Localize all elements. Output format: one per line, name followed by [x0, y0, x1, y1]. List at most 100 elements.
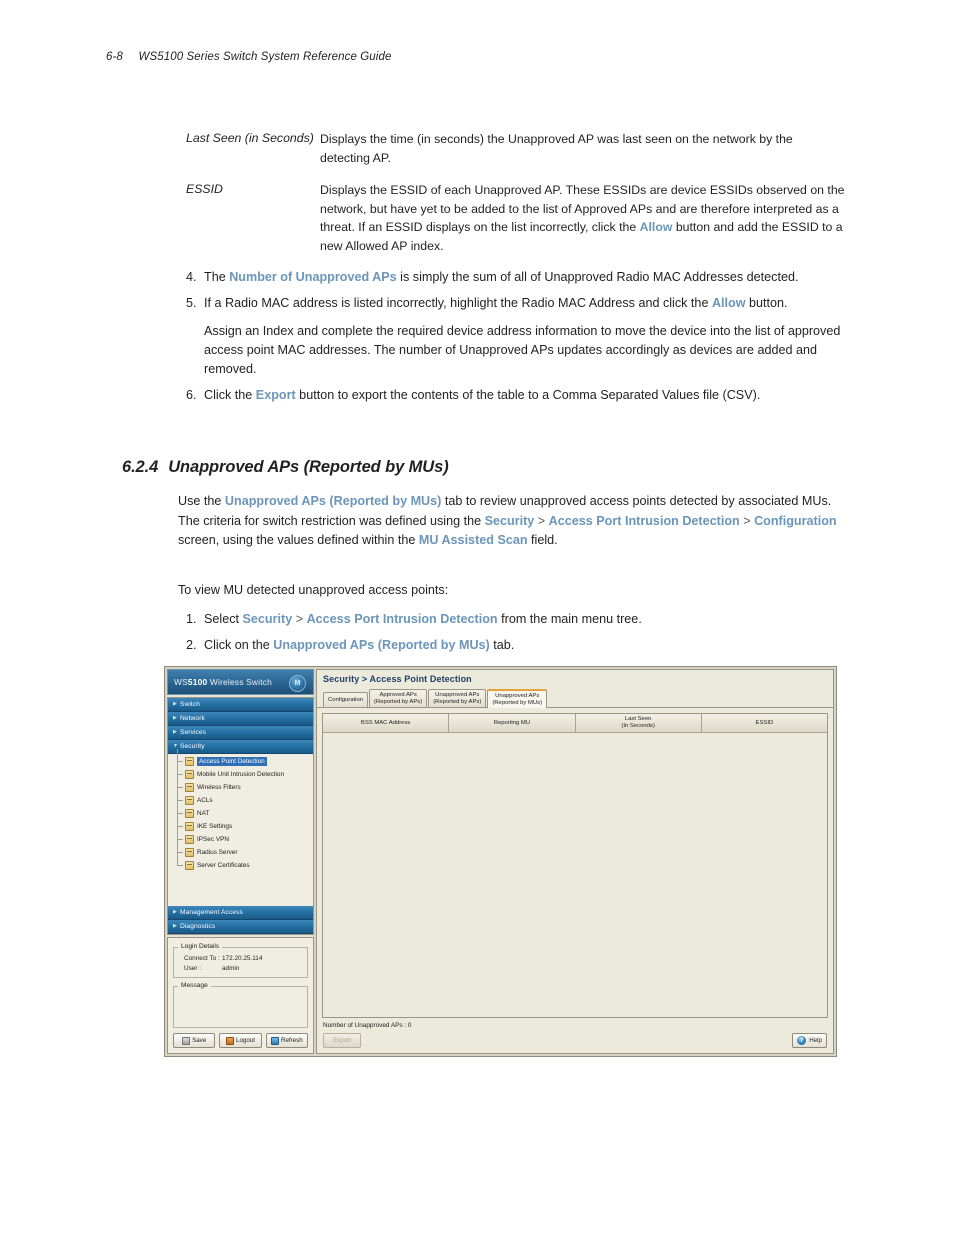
sidebar-group-security[interactable]: ▼ Security [168, 740, 313, 754]
tab-unapproved-aps-reported-by-mus[interactable]: Unapproved APs (Reported by MUs) [487, 689, 548, 708]
brand-suffix: Wireless Switch [207, 677, 272, 687]
step-text-part2: from the main menu tree. [497, 612, 642, 626]
sidebar-item-nat[interactable]: NAT [176, 801, 313, 820]
radius-server-icon [185, 848, 194, 857]
sidebar-item-label: ACLs [197, 797, 213, 804]
logout-icon [226, 1036, 235, 1045]
allow-link: Allow [711, 296, 746, 310]
chevron-right-icon: ▶ [173, 923, 177, 929]
unapproved-aps-mus-link: Unapproved APs (Reported by MUs) [224, 494, 442, 508]
column-header-line1: ESSID [755, 719, 774, 726]
connect-to-value: 172.20.25.114 [222, 955, 263, 962]
ike-settings-lock-icon [185, 822, 194, 831]
step-number: 5. [186, 296, 197, 310]
access-port-intrusion-detection-link: Access Port Intrusion Detection [548, 513, 740, 528]
table-body-empty[interactable] [323, 733, 827, 1017]
step-5: 5. If a Radio MAC address is listed inco… [186, 294, 850, 379]
chevron-right-icon: ▶ [173, 701, 177, 707]
navigation-tree: ▶ Switch ▶ Network ▶ Services ▼ Security [167, 697, 314, 935]
step-number: 1. [186, 612, 197, 626]
step-5-subparagraph: Assign an Index and complete the require… [204, 324, 841, 376]
user-label: User : [184, 965, 202, 972]
tab-label-line2: (Reported by APs) [433, 698, 482, 705]
breadcrumb-separator: > [739, 513, 755, 528]
acls-icon [185, 796, 194, 805]
navigation-tree-top: ▶ Switch ▶ Network ▶ Services ▼ Security [168, 698, 313, 906]
logout-button[interactable]: Logout [219, 1033, 262, 1048]
tab-configuration[interactable]: Configuration [323, 692, 369, 707]
breadcrumb-separator: > [292, 612, 307, 626]
motorola-logo-icon: M [289, 675, 306, 692]
step-text-part1: If a Radio MAC address is listed incorre… [204, 296, 712, 310]
sidebar-group-services[interactable]: ▶ Services [168, 726, 313, 740]
sidebar-item-label: IPSec VPN [197, 836, 229, 843]
save-button[interactable]: Save [173, 1033, 216, 1048]
refresh-button-label: Refresh [280, 1037, 303, 1044]
sidebar-group-network[interactable]: ▶ Network [168, 712, 313, 726]
column-header-line1: BSS MAC Address [360, 719, 411, 726]
sidebar-item-label: Mobile Unit Intrusion Detection [197, 771, 285, 778]
intro-part4: field. [527, 533, 558, 548]
chevron-right-icon: ▶ [173, 729, 177, 735]
running-head-title: WS5100 Series Switch System Reference Gu… [138, 51, 392, 63]
definition-row-essid: ESSID Displays the ESSID of each Unappro… [186, 181, 846, 255]
section-heading: 6.2.4 Unapproved APs (Reported by MUs) [122, 458, 449, 477]
refresh-button[interactable]: Refresh [265, 1033, 308, 1048]
navigation-tree-bottom: ▶ Management Access ▶ Diagnostics [168, 906, 313, 934]
help-button[interactable]: ? Help [792, 1033, 827, 1048]
app-brand-bar: WS5100 Wireless Switch M [167, 669, 314, 695]
save-button-label: Save [192, 1037, 207, 1044]
tab-label-line1: Unapproved APs [435, 691, 480, 698]
sidebar-item-label: Wireless Filters [197, 784, 241, 791]
export-link: Export [255, 388, 296, 402]
step-2: 2. Click on the Unapproved APs (Reported… [186, 636, 850, 655]
security-subtree: Access Point Detection Mobile Unit Intru… [168, 749, 313, 872]
definition-term: Last Seen (in Seconds) [186, 131, 314, 145]
sidebar-group-label: Services [180, 729, 207, 736]
user-row: User : admin [178, 965, 303, 972]
step-number: 6. [186, 388, 197, 402]
sidebar-group-management-access[interactable]: ▶ Management Access [168, 906, 313, 920]
sidebar-group-diagnostics[interactable]: ▶ Diagnostics [168, 920, 313, 934]
user-value: admin [222, 965, 240, 972]
page-running-head: 6-8 WS5100 Series Switch System Referenc… [106, 51, 391, 63]
tab-label-line1: Approved APs [379, 691, 417, 698]
sidebar-item-ipsec-vpn[interactable]: IPSec VPN [176, 827, 313, 846]
page-number: 6-8 [106, 51, 123, 63]
column-header-essid[interactable]: ESSID [701, 714, 827, 733]
column-header-last-seen[interactable]: Last Seen (In Seconds) [575, 714, 702, 733]
sidebar-item-wireless-filters[interactable]: Wireless Filters [176, 775, 313, 794]
mu-assisted-scan-link: MU Assisted Scan [418, 533, 528, 548]
sidebar-item-radius-server[interactable]: Radius Server [176, 840, 313, 859]
tab-approved-aps-reported-by-aps[interactable]: Approved APs (Reported by APs) [369, 689, 428, 707]
sidebar-item-label: NAT [197, 810, 210, 817]
sidebar-item-acls[interactable]: ACLs [176, 788, 313, 807]
security-link: Security [484, 513, 535, 528]
logout-button-label: Logout [236, 1037, 255, 1044]
brand-model: 5100 [187, 677, 208, 687]
sidebar-item-access-point-detection[interactable]: Access Point Detection [176, 749, 313, 768]
sidebar-item-ike-settings[interactable]: IKE Settings [176, 814, 313, 833]
step-text-part2: button. [745, 296, 788, 310]
allow-link: Allow [639, 220, 673, 235]
sidebar-item-mobile-unit-intrusion-detection[interactable]: Mobile Unit Intrusion Detection [176, 762, 313, 781]
step-text-part1: The [204, 270, 230, 284]
nat-icon [185, 809, 194, 818]
column-header-line1: Reporting MU [493, 719, 531, 726]
sidebar-item-server-certificates[interactable]: Server Certificates [176, 853, 313, 872]
unapproved-aps-count: Number of Unapproved APs : 0 [323, 1022, 412, 1029]
export-button-label: Export [333, 1037, 351, 1044]
tab-unapproved-aps-reported-by-aps[interactable]: Unapproved APs (Reported by APs) [428, 689, 487, 707]
security-link: Security [242, 612, 293, 626]
configuration-link: Configuration [754, 513, 837, 528]
brand-prefix: WS [174, 677, 188, 687]
ipsec-vpn-icon [185, 835, 194, 844]
column-header-reporting-mu[interactable]: Reporting MU [449, 714, 576, 733]
login-details-legend: Login Details [178, 943, 223, 950]
column-header-bss-mac-address[interactable]: BSS MAC Address [323, 714, 450, 733]
export-button[interactable]: Export [323, 1033, 361, 1048]
sidebar-group-switch[interactable]: ▶ Switch [168, 698, 313, 712]
login-details-panel: Login Details Connect To : 172.20.25.114… [167, 937, 314, 1054]
step-text-part1: Click the [204, 388, 256, 402]
step-text-part1: Click on the [204, 638, 274, 652]
